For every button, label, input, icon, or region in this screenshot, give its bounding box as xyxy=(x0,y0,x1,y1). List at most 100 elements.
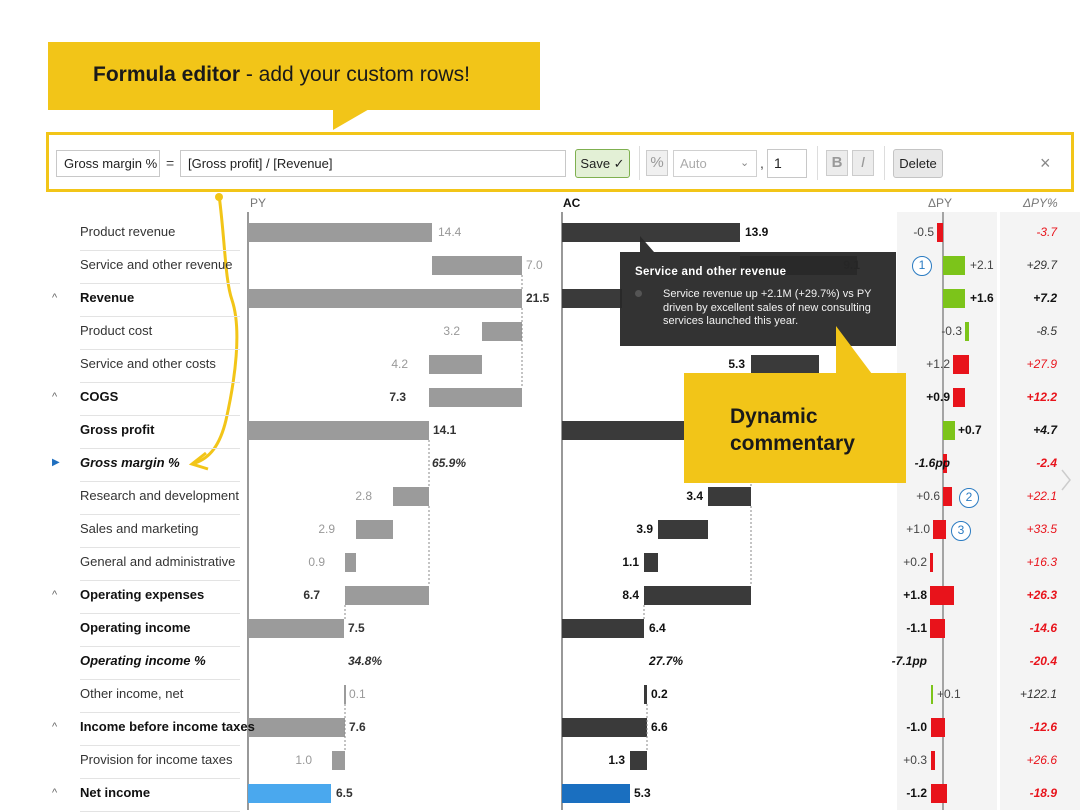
row-divider xyxy=(80,745,240,746)
py-value: 34.8% xyxy=(348,654,383,668)
collapse-toggle-icon[interactable]: ^ xyxy=(52,585,57,605)
py-value: 1.0 xyxy=(295,753,312,767)
delta-py-value: -1.0 xyxy=(906,720,927,734)
delta-py-pct-value: +122.1 xyxy=(1019,687,1057,701)
py-value: 7.0 xyxy=(526,258,543,272)
ac-bar xyxy=(658,520,708,539)
row-label[interactable]: Revenue xyxy=(80,288,134,308)
ac-value: 5.3 xyxy=(728,357,745,371)
py-value: 3.2 xyxy=(443,324,460,338)
row-label[interactable]: Provision for income taxes xyxy=(80,750,232,770)
row-label[interactable]: COGS xyxy=(80,387,118,407)
delta-py-value: +0.6 xyxy=(916,489,940,503)
tooltip-pointer xyxy=(640,236,654,252)
py-bar xyxy=(248,289,522,308)
py-bar xyxy=(345,586,429,605)
row-label[interactable]: Product cost xyxy=(80,321,152,341)
py-bar xyxy=(429,388,522,407)
row-divider xyxy=(80,283,240,284)
collapse-toggle-icon[interactable]: ^ xyxy=(52,288,57,308)
py-value: 7.6 xyxy=(349,720,366,734)
row-label[interactable]: Income before income taxes xyxy=(80,717,255,737)
ac-value: 27.7% xyxy=(649,654,684,668)
delta-py-pct-value: -3.7 xyxy=(1036,225,1057,239)
tooltip-bullet xyxy=(635,290,642,297)
py-bar xyxy=(248,619,344,638)
ac-value: 6.4 xyxy=(649,621,666,635)
delta-py-pct-value: -12.6 xyxy=(1029,720,1057,734)
delta-py-value: +1.8 xyxy=(903,588,927,602)
row-label[interactable]: Gross profit xyxy=(80,420,154,440)
delta-py-pct-value: +7.2 xyxy=(1033,291,1057,305)
ac-value: 0.2 xyxy=(651,687,668,701)
row-label[interactable]: Service and other revenue xyxy=(80,255,232,275)
row-divider xyxy=(80,778,240,779)
row-label[interactable]: Other income, net xyxy=(80,684,183,704)
py-value: 0.1 xyxy=(349,687,366,701)
py-bar xyxy=(332,751,345,770)
row-divider xyxy=(80,415,240,416)
delta-py-pct-value: +33.5 xyxy=(1026,522,1057,536)
delta-py-value: +1.6 xyxy=(970,291,994,305)
collapse-toggle-icon[interactable]: ^ xyxy=(52,387,57,407)
row-label[interactable]: General and administrative xyxy=(80,552,235,572)
ac-bar xyxy=(751,355,819,374)
ac-bar xyxy=(708,487,751,506)
row-label[interactable]: Net income xyxy=(80,783,150,803)
delta-py-pct-value: +29.7 xyxy=(1026,258,1057,272)
row-label[interactable]: Research and development xyxy=(80,486,239,506)
delta-py-value: +0.2 xyxy=(903,555,927,569)
py-bar xyxy=(248,718,345,737)
ac-value: 3.9 xyxy=(636,522,653,536)
py-value: 4.2 xyxy=(391,357,408,371)
py-bar xyxy=(248,223,432,242)
py-bar-net-income xyxy=(248,784,331,803)
delta-py-value: +2.1 xyxy=(970,258,994,272)
ac-bar xyxy=(630,751,647,770)
ac-value: 3.4 xyxy=(686,489,703,503)
delta-py-pct-value: +16.3 xyxy=(1026,555,1057,569)
ac-bar xyxy=(562,619,644,638)
row-label[interactable]: Service and other costs xyxy=(80,354,216,374)
row-label[interactable]: Sales and marketing xyxy=(80,519,199,539)
formula-arrow xyxy=(194,194,239,465)
collapse-toggle-icon[interactable]: ^ xyxy=(52,717,57,737)
ac-value: 6.6 xyxy=(651,720,668,734)
row-selected-icon[interactable]: ▶ xyxy=(52,453,60,473)
py-value: 0.9 xyxy=(308,555,325,569)
delta-py-value: -0.5 xyxy=(913,225,934,239)
row-divider xyxy=(80,382,240,383)
py-value: 7.5 xyxy=(348,621,365,635)
py-value: 6.5 xyxy=(336,786,353,800)
tooltip-body: Service revenue up +2.1M (+29.7%) vs PY … xyxy=(663,288,872,327)
py-bar xyxy=(345,553,356,572)
delta-py-value: +0.3 xyxy=(903,753,927,767)
delta-py-pct-value: +12.2 xyxy=(1026,390,1057,404)
py-bar xyxy=(344,685,346,704)
py-value: 21.5 xyxy=(526,291,550,305)
delta-py-value: -0.3 xyxy=(941,324,962,338)
comment-marker-1[interactable]: 1 xyxy=(912,256,932,276)
py-value: 14.4 xyxy=(438,225,462,239)
ac-value: 5.3 xyxy=(634,786,651,800)
delta-py-pct-value: -18.9 xyxy=(1029,786,1057,800)
collapse-toggle-icon[interactable]: ^ xyxy=(52,783,57,803)
delta-py-value: -7.1pp xyxy=(891,654,927,668)
delta-py-pct-value: +22.1 xyxy=(1026,489,1057,503)
py-bar xyxy=(429,355,482,374)
row-label[interactable]: Operating income % xyxy=(80,651,206,671)
comment-marker-3[interactable]: 3 xyxy=(951,521,971,541)
row-label[interactable]: Operating income xyxy=(80,618,191,638)
delta-py-pct-value: +27.9 xyxy=(1026,357,1057,371)
row-label[interactable]: Product revenue xyxy=(80,222,175,242)
delta-py-value: +0.7 xyxy=(958,423,982,437)
row-label[interactable]: Operating expenses xyxy=(80,585,204,605)
row-divider xyxy=(80,349,240,350)
delta-py-value: -1.1 xyxy=(906,621,927,635)
ac-value: 8.4 xyxy=(622,588,639,602)
delta-py-value: +1.0 xyxy=(906,522,930,536)
ac-bar xyxy=(562,718,647,737)
py-value: 65.9% xyxy=(432,456,467,470)
comment-marker-2[interactable]: 2 xyxy=(959,488,979,508)
row-label[interactable]: Gross margin % xyxy=(80,453,180,473)
